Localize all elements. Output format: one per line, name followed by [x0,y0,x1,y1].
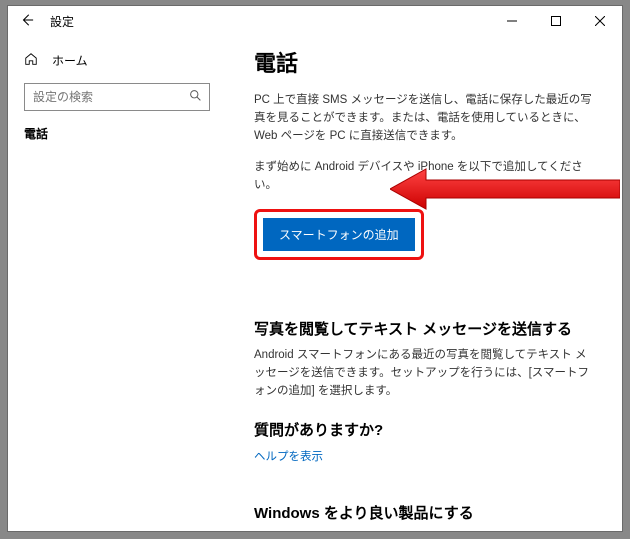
section-photos-title: 写真を閲覧してテキスト メッセージを送信する [254,318,594,339]
description-1: PC 上で直接 SMS メッセージを送信し、電話に保存した最近の写真を見ることが… [254,92,594,145]
close-button[interactable] [578,6,622,36]
section-photos-desc: Android スマートフォンにある最近の写真を閲覧してテキスト メッセージを送… [254,347,594,400]
section-feedback-title: Windows をより良い製品にする [254,502,594,523]
window-body: ホーム 電話 電話 PC 上で直接 SMS メッセージを送信し、電話に保存した最… [8,36,622,531]
search-container [8,75,226,115]
back-arrow-icon [20,13,34,30]
sidebar-item-phone[interactable]: 電話 [8,115,226,152]
home-icon [24,52,38,69]
minimize-button[interactable] [490,6,534,36]
main-content: 電話 PC 上で直接 SMS メッセージを送信し、電話に保存した最近の写真を見る… [226,36,622,531]
help-link[interactable]: ヘルプを表示 [254,448,323,464]
titlebar: 設定 [8,6,622,36]
feedback-link[interactable]: フィードバックの送信 [254,531,369,532]
sidebar-item-label: 電話 [24,127,48,141]
section-help-title: 質問がありますか? [254,419,594,440]
highlight-box: スマートフォンの追加 [254,209,424,260]
search-icon [189,89,202,105]
window-title: 設定 [50,13,74,30]
maximize-button[interactable] [534,6,578,36]
settings-window: 設定 ホーム [7,5,623,532]
sidebar: ホーム 電話 [8,36,226,531]
back-button[interactable] [12,6,42,36]
add-smartphone-button[interactable]: スマートフォンの追加 [263,218,415,251]
home-label: ホーム [52,52,88,69]
home-nav[interactable]: ホーム [8,46,226,75]
window-controls [490,6,622,36]
page-title: 電話 [254,46,594,78]
search-input[interactable] [24,83,210,111]
description-2: まず始めに Android デバイスや iPhone を以下で追加してください。 [254,159,594,195]
